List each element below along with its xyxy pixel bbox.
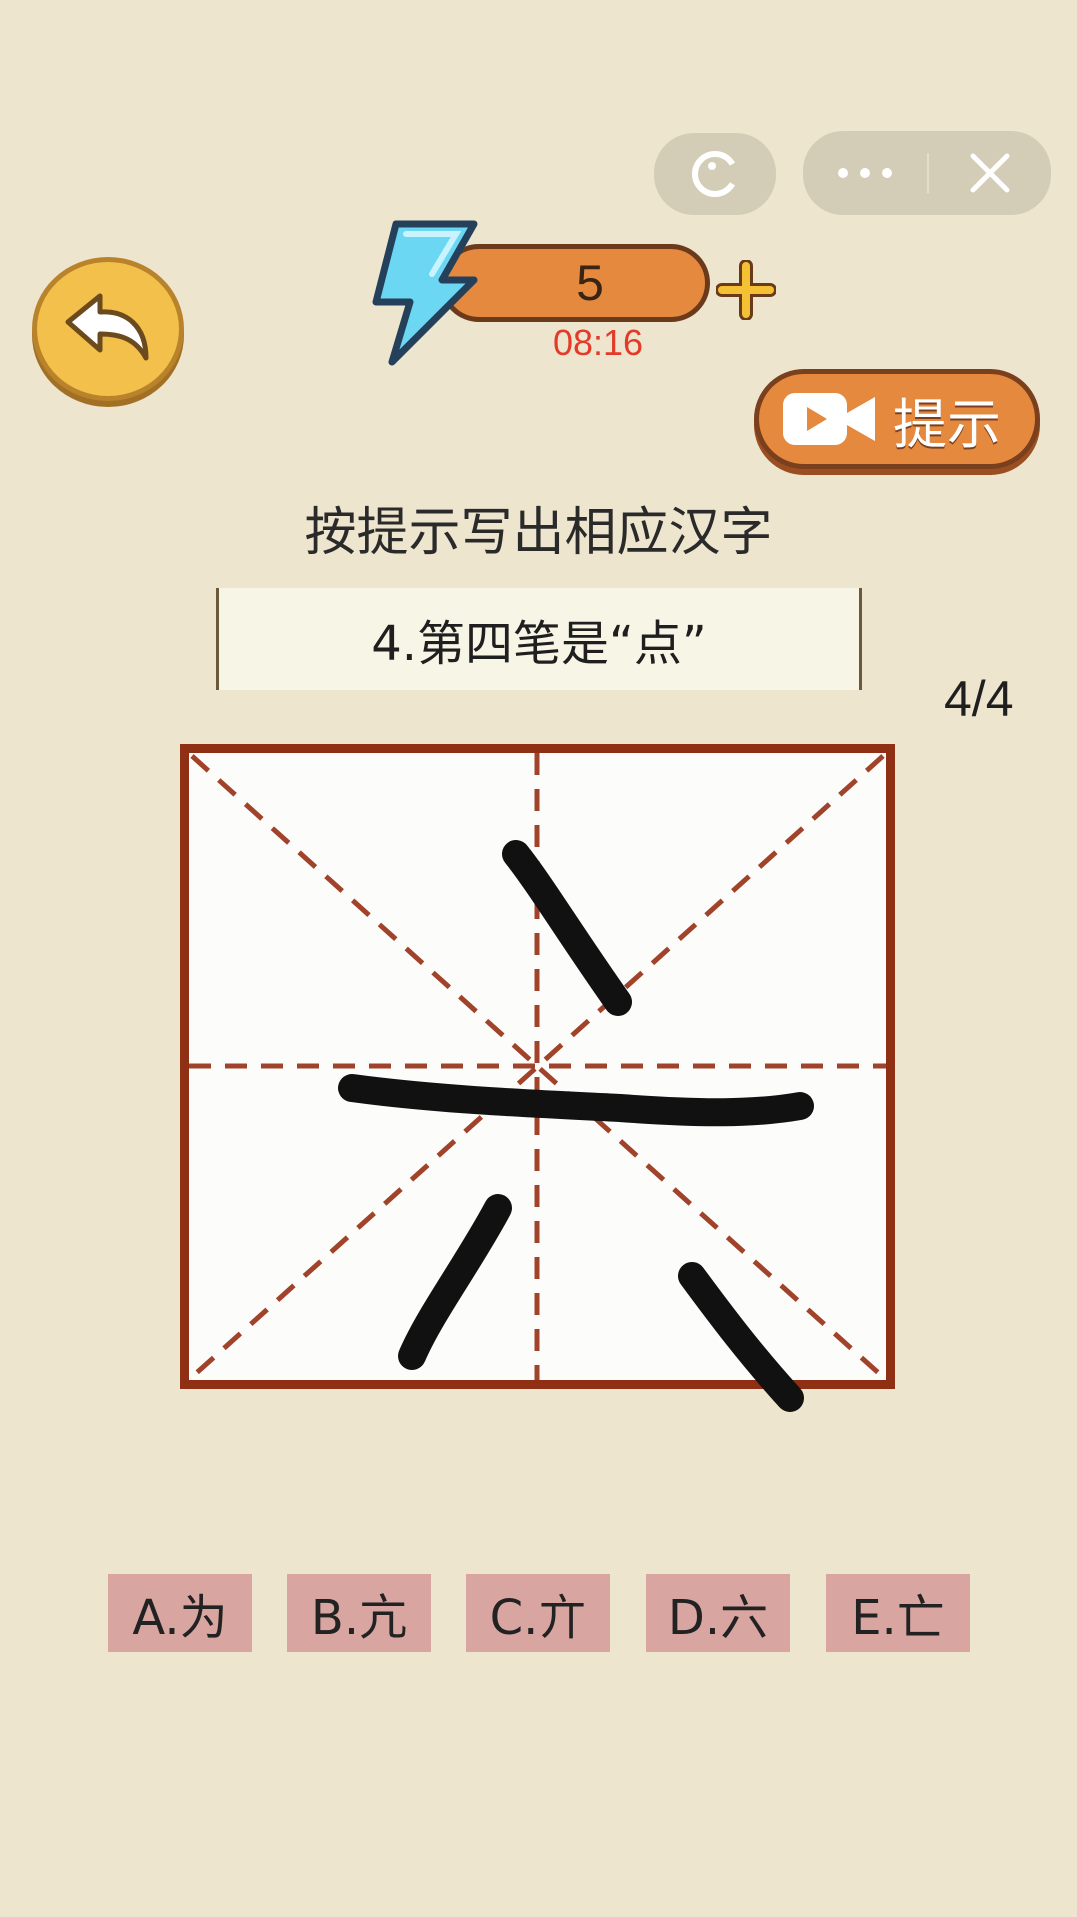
level-progress: 4/4 — [944, 671, 1014, 727]
handwritten-strokes — [338, 840, 814, 1412]
option-e[interactable]: E.亡 — [826, 1574, 970, 1652]
back-button[interactable] — [32, 257, 184, 401]
energy-timer: 08:16 — [552, 322, 644, 363]
grid-canvas — [189, 753, 886, 1412]
capsule-menu — [803, 131, 1051, 215]
option-d[interactable]: D.六 — [646, 1574, 790, 1652]
video-camera-icon — [783, 393, 875, 445]
stroke-left-fall — [398, 1194, 512, 1370]
energy-count: 5 — [576, 255, 604, 311]
guide-lines — [189, 753, 886, 1380]
lightning-bolt-icon — [372, 220, 478, 366]
add-energy-icon[interactable] — [716, 260, 776, 320]
hint-label: 提示 — [893, 392, 1001, 456]
instruction-text: 按提示写出相应汉字 — [304, 503, 773, 563]
option-c[interactable]: C.亣 — [466, 1574, 610, 1652]
close-icon — [970, 153, 1010, 193]
option-a[interactable]: A.为 — [108, 1574, 252, 1652]
more-dots-icon — [838, 168, 892, 178]
mini-game-button[interactable] — [654, 133, 776, 215]
writing-grid[interactable] — [180, 744, 895, 1412]
stroke-dot-top — [502, 840, 632, 1016]
stroke-horizontal — [338, 1074, 814, 1127]
hint-button[interactable]: 提示 — [754, 369, 1040, 469]
question-text: 4.第四笔是“点” — [371, 616, 707, 672]
close-button[interactable] — [929, 131, 1051, 215]
game-face-icon — [692, 151, 738, 197]
back-arrow-icon — [65, 293, 149, 361]
option-b[interactable]: B.亢 — [287, 1574, 431, 1652]
stroke-right-dot — [678, 1262, 804, 1412]
question-box: 4.第四笔是“点” — [216, 588, 862, 690]
more-button[interactable] — [803, 131, 927, 215]
